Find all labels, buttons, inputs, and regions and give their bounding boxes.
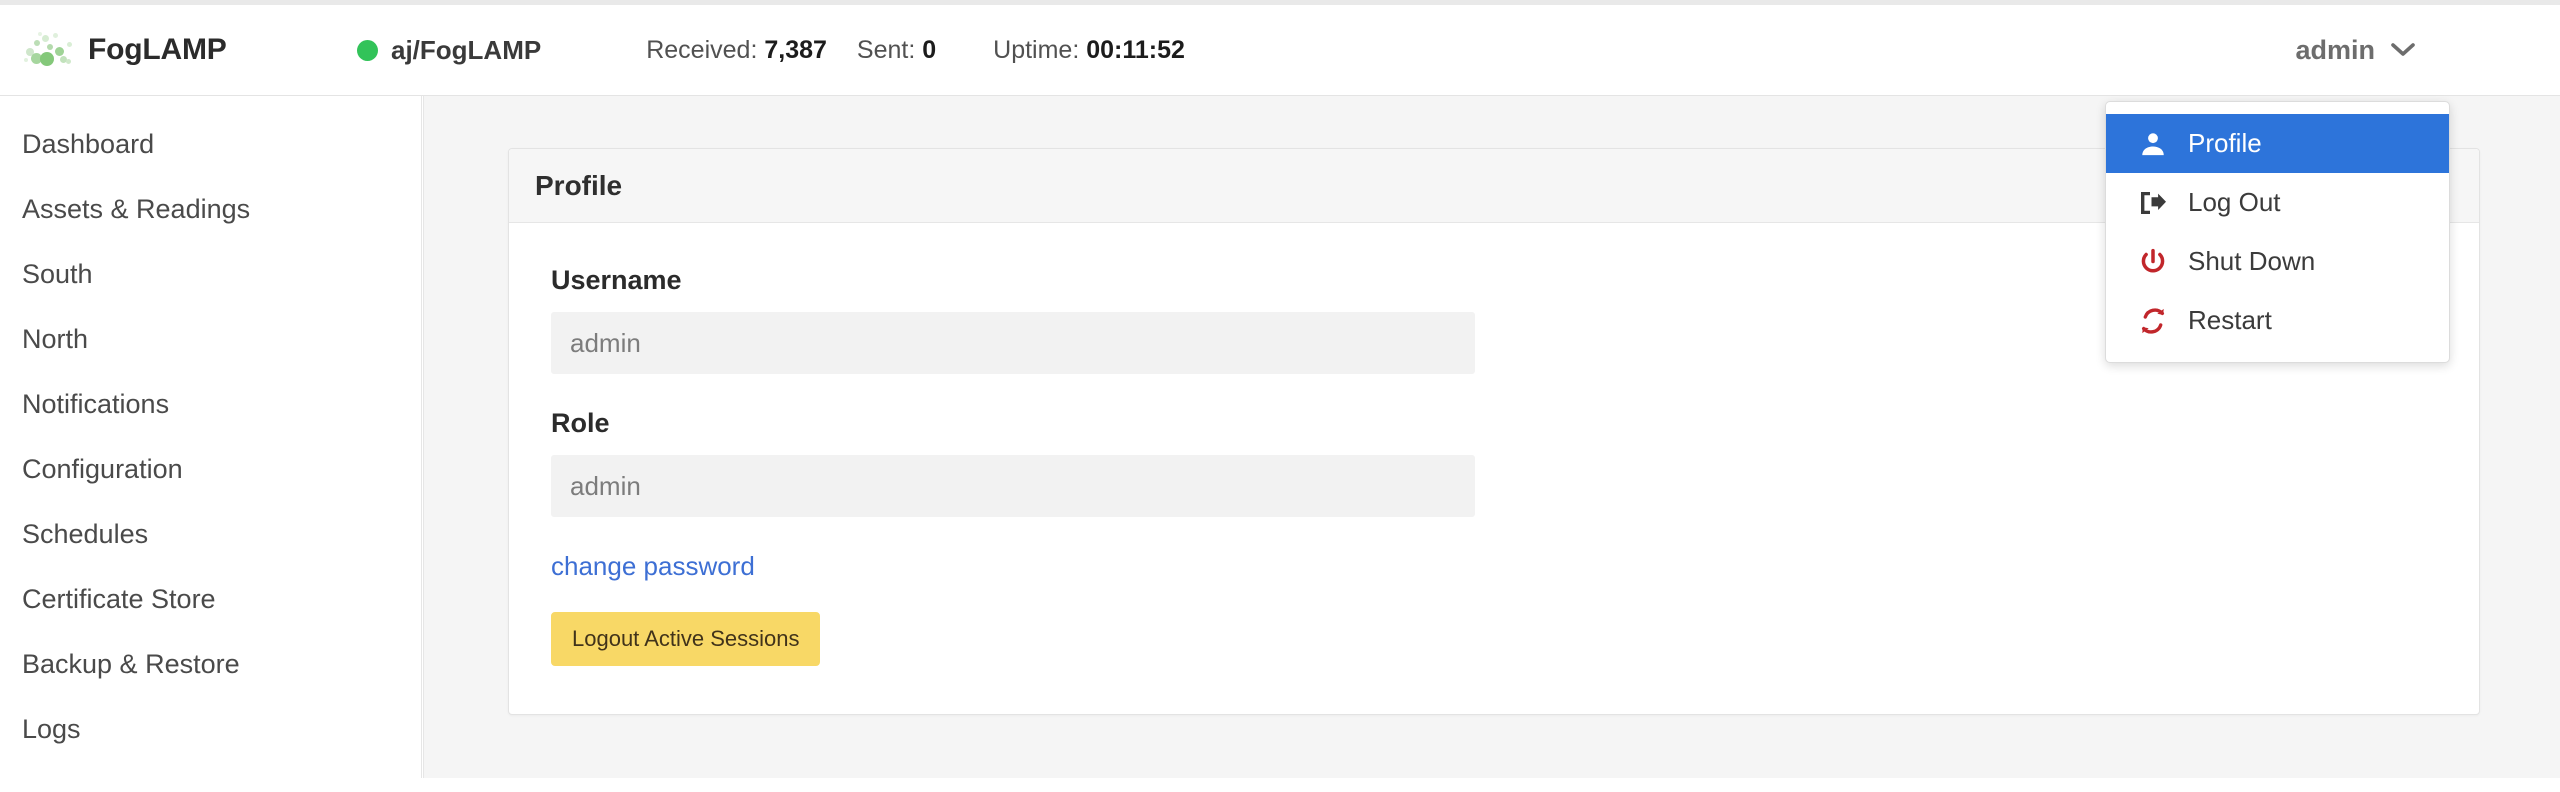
green-status-dot-icon (357, 39, 378, 61)
sidebar-item-schedules[interactable]: Schedules (0, 502, 421, 567)
connection-label: aj/FogLAMP (391, 34, 542, 65)
header-stats: Received: 7,387 Sent: 0 Uptime: 00:11:52 (646, 36, 1185, 65)
stat-uptime: Uptime: 00:11:52 (993, 36, 1185, 65)
sidebar: Dashboard Assets & Readings South North … (0, 96, 422, 778)
sidebar-item-certificate-store[interactable]: Certificate Store (0, 567, 421, 632)
dropdown-item-shut-down[interactable]: Shut Down (2106, 232, 2449, 291)
dropdown-item-label: Log Out (2188, 187, 2281, 217)
role-field-group: Role (551, 408, 2453, 517)
stat-sent-key: Sent: (856, 35, 916, 64)
sidebar-item-label: North (22, 324, 89, 354)
stat-sent: Sent: 0 (857, 36, 936, 65)
sidebar-item-label: Assets & Readings (22, 194, 251, 224)
sidebar-item-assets-readings[interactable]: Assets & Readings (0, 177, 421, 242)
sidebar-item-configuration[interactable]: Configuration (0, 437, 421, 502)
logout-active-sessions-button[interactable]: Logout Active Sessions (551, 612, 821, 666)
sidebar-item-backup-restore[interactable]: Backup & Restore (0, 632, 421, 697)
chevron-down-icon (2391, 43, 2415, 57)
user-dropdown-menu: Profile Log Out Shut Down Restart (2105, 101, 2450, 363)
role-input[interactable] (551, 455, 1475, 517)
user-menu-label: admin (2295, 34, 2375, 65)
stat-sent-value: 0 (922, 35, 937, 64)
dropdown-item-log-out[interactable]: Log Out (2106, 173, 2449, 232)
dropdown-item-label: Shut Down (2188, 246, 2316, 276)
username-input[interactable] (551, 312, 1475, 374)
sidebar-item-label: Notifications (22, 389, 170, 419)
sidebar-item-notifications[interactable]: Notifications (0, 372, 421, 437)
user-menu-button[interactable]: admin (2295, 35, 2415, 66)
stat-received: Received: 7,387 (646, 36, 827, 65)
connection-indicator[interactable]: aj/FogLAMP (357, 35, 541, 66)
stat-uptime-value: 00:11:52 (1086, 35, 1185, 64)
user-icon (2136, 129, 2170, 159)
stat-received-value: 7,387 (764, 35, 827, 64)
sidebar-item-label: South (22, 259, 93, 289)
power-off-icon (2136, 247, 2170, 277)
dropdown-item-label: Profile (2188, 128, 2262, 158)
stat-uptime-key: Uptime: (993, 35, 1080, 64)
sign-out-icon (2136, 188, 2170, 218)
dropdown-item-restart[interactable]: Restart (2106, 291, 2449, 350)
page-title: Profile (535, 169, 623, 201)
sidebar-item-dashboard[interactable]: Dashboard (0, 112, 421, 177)
dot-cluster-logo-icon (22, 30, 76, 70)
brand[interactable]: FogLAMP (22, 30, 267, 70)
sidebar-item-label: Logs (22, 714, 81, 744)
refresh-icon (2136, 306, 2170, 336)
brand-name: FogLAMP (88, 33, 227, 66)
sidebar-item-label: Configuration (22, 454, 183, 484)
sidebar-item-overflow[interactable] (0, 762, 421, 792)
sidebar-item-south[interactable]: South (0, 242, 421, 307)
stat-received-key: Received: (646, 35, 758, 64)
sidebar-item-label: Backup & Restore (22, 649, 240, 679)
change-password-row: change password (551, 551, 2453, 582)
change-password-link[interactable]: change password (551, 551, 755, 581)
dropdown-item-profile[interactable]: Profile (2106, 114, 2449, 173)
sidebar-item-label: Dashboard (22, 129, 155, 159)
sidebar-item-logs[interactable]: Logs (0, 697, 421, 762)
sidebar-item-north[interactable]: North (0, 307, 421, 372)
app-header: FogLAMP aj/FogLAMP Received: 7,387 Sent:… (0, 5, 2560, 96)
sidebar-item-label: Schedules (22, 519, 149, 549)
role-label: Role (551, 408, 610, 438)
dropdown-item-label: Restart (2188, 305, 2272, 335)
sidebar-item-label: Certificate Store (22, 584, 216, 614)
